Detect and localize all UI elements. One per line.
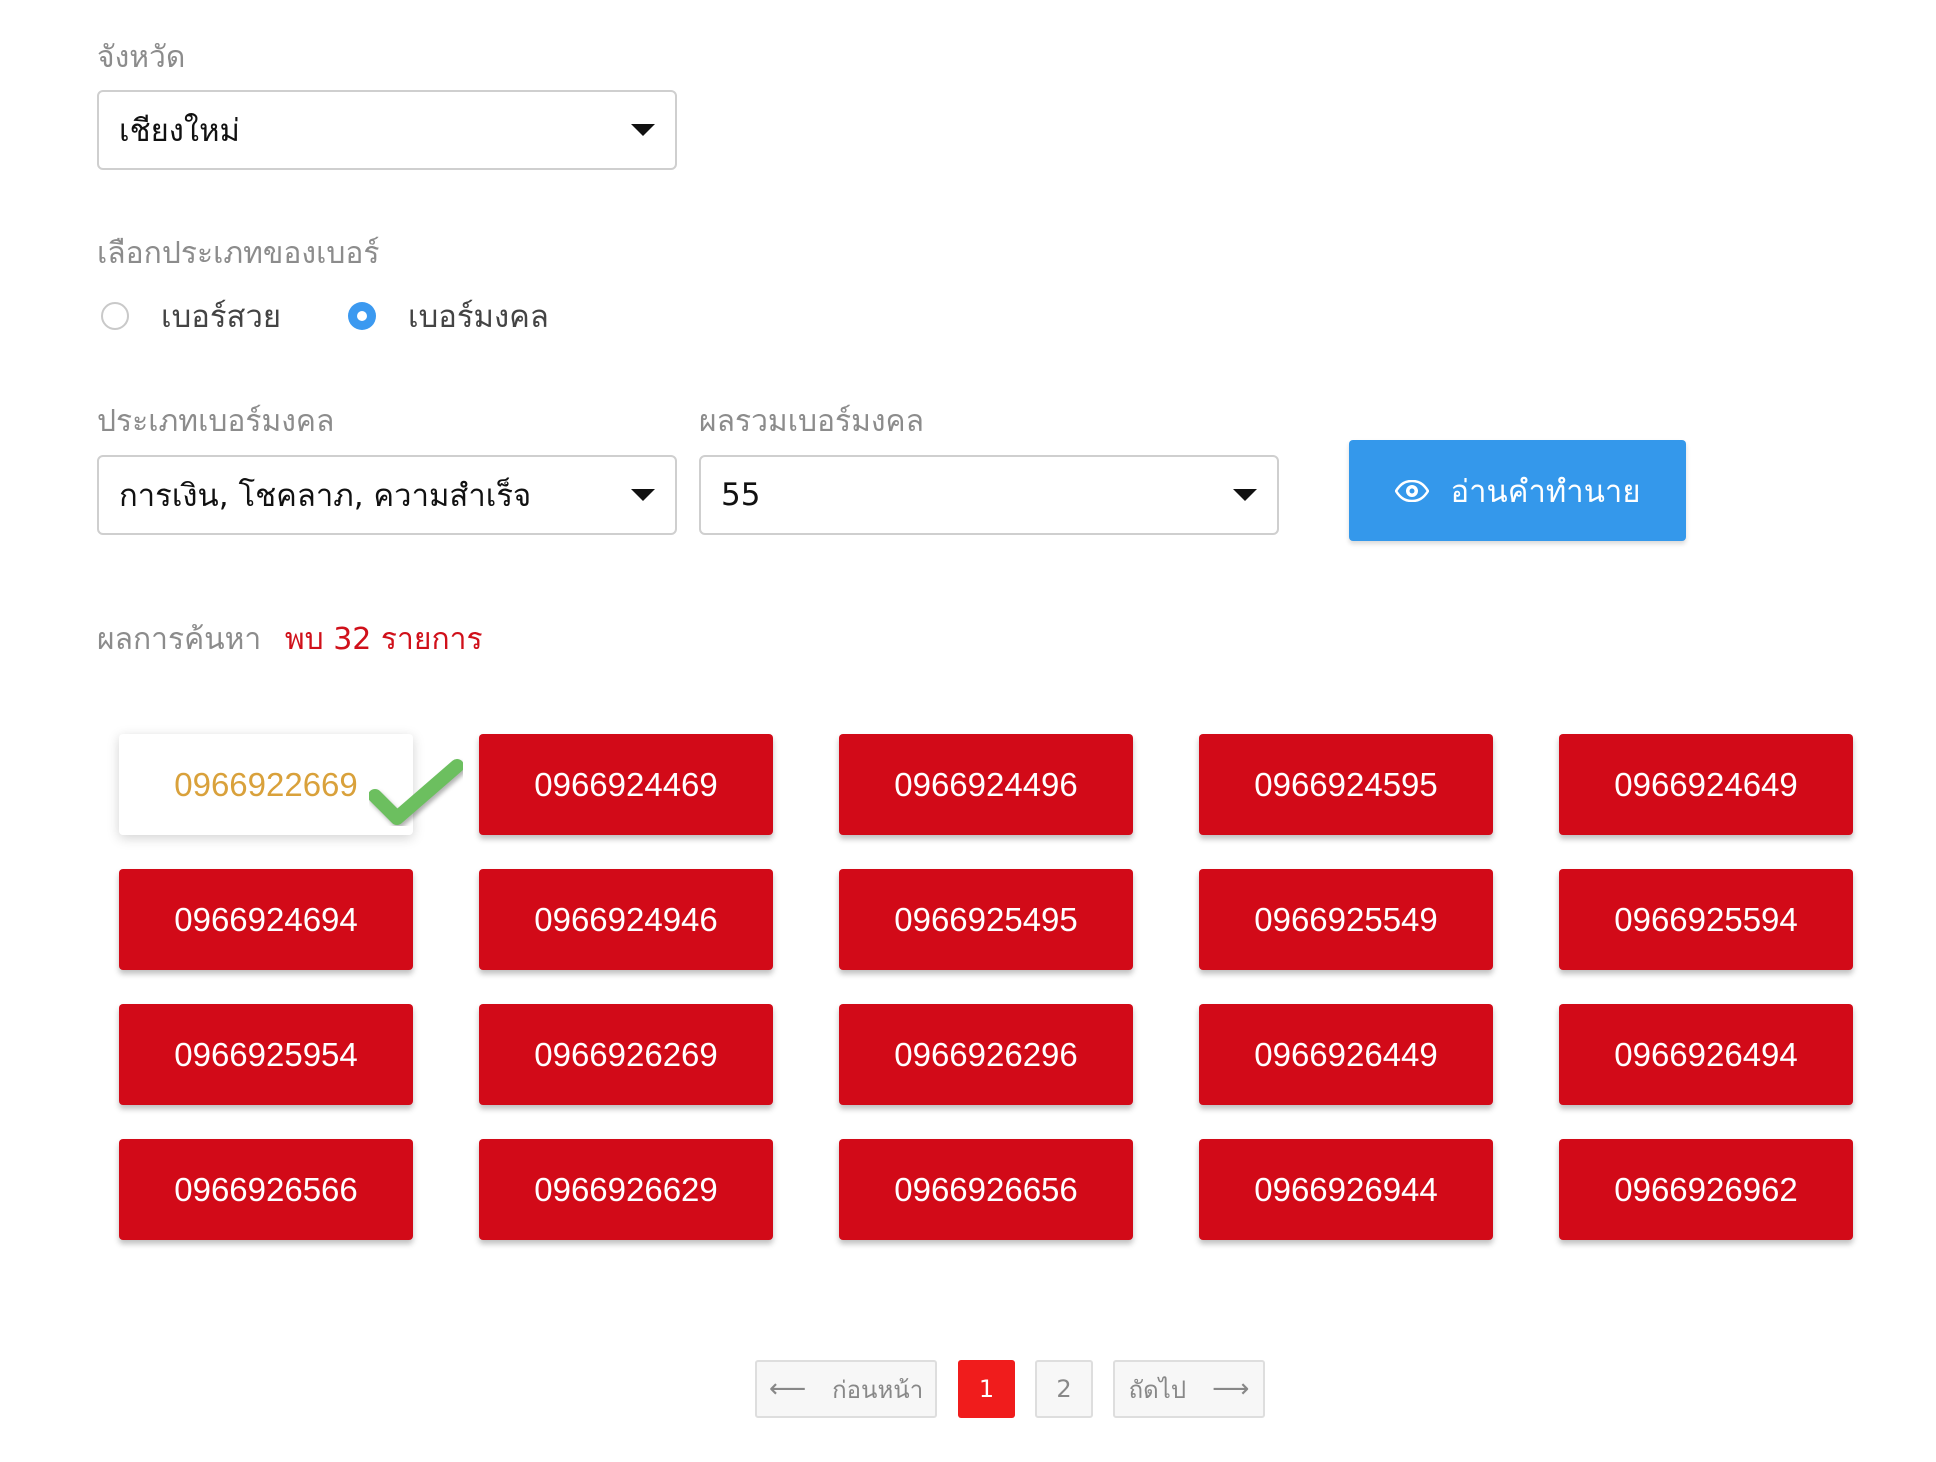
number-value: 0966924649 (1614, 765, 1798, 803)
arrow-left-icon: ⟵ (768, 1374, 807, 1404)
number-value: 0966925594 (1614, 900, 1798, 938)
number-value: 0966924946 (534, 900, 718, 938)
number-tile[interactable]: 0966926494 (1559, 1004, 1853, 1105)
radio-lucky-number[interactable]: เบอร์มงคล (348, 291, 549, 341)
lucky-sum-label: ผลรวมเบอร์มงคล (699, 404, 924, 439)
province-label: จังหวัด (97, 40, 186, 75)
lucky-type-label: ประเภทเบอร์มงคล (97, 404, 335, 439)
lucky-type-select[interactable]: การเงิน, โชคลาภ, ความสำเร็จ (97, 455, 677, 535)
prev-page-label: ก่อนหน้า (832, 1375, 924, 1404)
lucky-sum-select-value: 55 (721, 477, 761, 513)
number-value: 0966925954 (174, 1035, 358, 1073)
number-value: 0966926629 (534, 1170, 718, 1208)
chevron-down-icon (1233, 489, 1257, 501)
result-label: ผลการค้นหา (97, 622, 262, 657)
number-value: 0966926494 (1614, 1035, 1798, 1073)
read-prediction-button[interactable]: อ่านคำทำนาย (1349, 440, 1686, 541)
number-value: 0966926269 (534, 1035, 718, 1073)
number-tile[interactable]: 0966926944 (1199, 1139, 1493, 1240)
lucky-sum-select[interactable]: 55 (699, 455, 1279, 535)
read-prediction-label: อ่านคำทำนาย (1450, 473, 1641, 510)
number-value: 0966924469 (534, 765, 718, 803)
radio-button[interactable] (101, 302, 129, 330)
chevron-down-icon (631, 489, 655, 501)
number-tile[interactable]: 0966925954 (119, 1004, 413, 1105)
lucky-type-select-value: การเงิน, โชคลาภ, ความสำเร็จ (119, 478, 532, 514)
number-tile-selected[interactable]: 0966922669 (119, 734, 463, 835)
arrow-right-icon: ⟶ (1212, 1374, 1250, 1404)
radio-beautiful-number[interactable]: เบอร์สวย (101, 291, 281, 341)
province-select[interactable]: เชียงใหม่ (97, 90, 677, 170)
number-tile[interactable]: 0966925549 (1199, 869, 1493, 970)
number-tile[interactable]: 0966926566 (119, 1139, 413, 1240)
radio-button-checked[interactable] (348, 302, 376, 330)
radio-beautiful-number-label: เบอร์สวย (161, 299, 282, 335)
number-value: 0966924496 (894, 765, 1078, 803)
number-value: 0966926944 (1254, 1170, 1438, 1208)
eye-icon (1394, 479, 1429, 502)
number-value: 0966926449 (1254, 1035, 1438, 1073)
number-tile[interactable]: 0966926629 (479, 1139, 773, 1240)
number-value: 0966926296 (894, 1035, 1078, 1073)
number-tile[interactable]: 0966925594 (1559, 869, 1853, 970)
number-value: 0966926962 (1614, 1170, 1798, 1208)
checkmark-icon (369, 759, 463, 825)
page-2-label: 2 (1056, 1375, 1072, 1403)
result-count: พบ 32 รายการ (284, 622, 483, 657)
prev-page-button[interactable]: ⟵ ก่อนหน้า (755, 1360, 937, 1418)
number-value: 0966924694 (174, 900, 358, 938)
result-summary: ผลการค้นหา พบ 32 รายการ (97, 616, 483, 663)
number-type-label: เลือกประเภทของเบอร์ (97, 236, 380, 271)
number-tile[interactable]: 0966924649 (1559, 734, 1853, 835)
number-tile[interactable]: 0966924496 (839, 734, 1133, 835)
number-grid: 0966922669 0966924469 0966924496 0966924595… (119, 734, 1853, 1240)
radio-lucky-number-label: เบอร์มงคล (408, 299, 549, 335)
next-page-label: ถัดไป (1128, 1375, 1187, 1404)
number-value: 0966924595 (1254, 765, 1438, 803)
page-1-label: 1 (978, 1375, 995, 1403)
number-value: 0966925549 (1254, 900, 1438, 938)
number-tile[interactable]: 0966925495 (839, 869, 1133, 970)
number-value: 0966925495 (894, 900, 1078, 938)
number-tile[interactable]: 0966926656 (839, 1139, 1133, 1240)
number-value: 0966926656 (894, 1170, 1078, 1208)
page-2-button[interactable]: 2 (1035, 1360, 1093, 1418)
number-tile[interactable]: 0966924946 (479, 869, 773, 970)
number-value: 0966922669 (174, 765, 358, 803)
chevron-down-icon (631, 124, 655, 136)
province-select-value: เชียงใหม่ (119, 113, 240, 149)
number-tile[interactable]: 0966926962 (1559, 1139, 1853, 1240)
number-tile[interactable]: 0966926269 (479, 1004, 773, 1105)
page-1-button[interactable]: 1 (958, 1360, 1015, 1418)
next-page-button[interactable]: ถัดไป ⟶ (1113, 1360, 1265, 1418)
number-tile[interactable]: 0966924694 (119, 869, 413, 970)
number-tile[interactable]: 0966924469 (479, 734, 773, 835)
number-value: 0966926566 (174, 1170, 358, 1208)
number-tile[interactable]: 0966924595 (1199, 734, 1493, 835)
number-tile[interactable]: 0966926296 (839, 1004, 1133, 1105)
number-tile[interactable]: 0966926449 (1199, 1004, 1493, 1105)
